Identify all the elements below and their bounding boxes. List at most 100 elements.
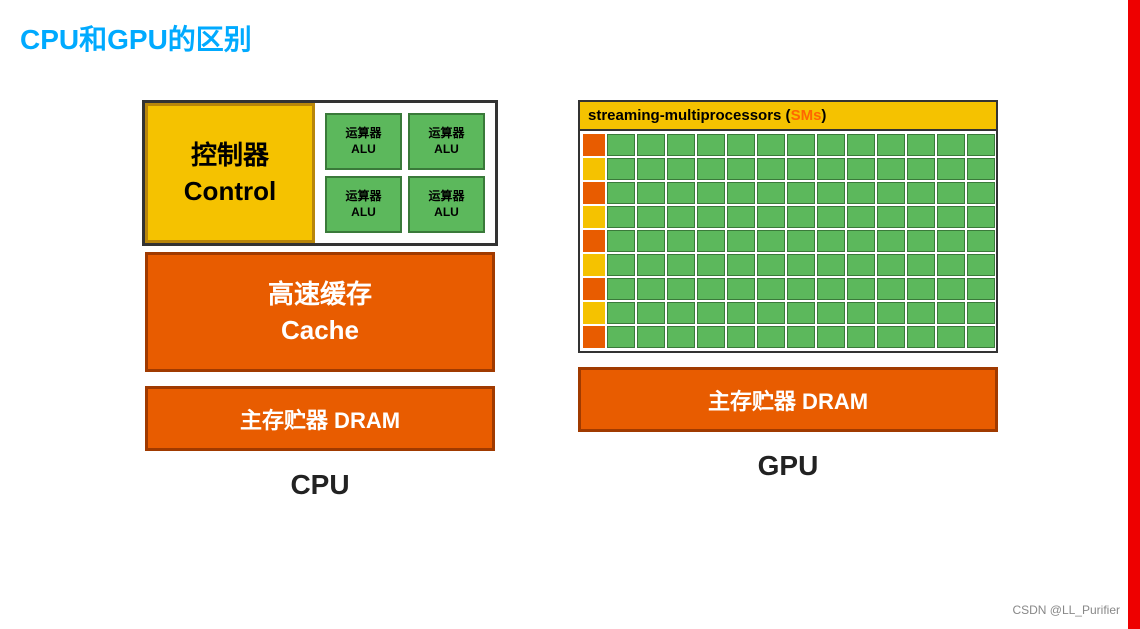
gpu-cell [907,278,935,300]
gpu-row [583,278,993,300]
gpu-cell [787,302,815,324]
cpu-cache-en: Cache [281,312,359,348]
gpu-cell [667,158,695,180]
gpu-cell [967,134,995,156]
gpu-cell [607,326,635,348]
alu-cn: 运算器 [428,189,464,205]
gpu-cell [907,206,935,228]
gpu-cell [937,302,965,324]
gpu-cell [967,278,995,300]
gpu-cell [787,278,815,300]
gpu-cell [637,230,665,252]
gpu-cell [697,302,725,324]
alu-en: ALU [434,205,459,221]
gpu-cell [757,182,785,204]
gpu-cell [907,134,935,156]
gpu-cell [667,278,695,300]
gpu-cell [697,206,725,228]
gpu-cell [847,158,875,180]
gpu-cell [817,158,845,180]
gpu-cell [727,182,755,204]
gpu-row [583,158,993,180]
gpu-cell [607,254,635,276]
cpu-alus-grid: 运算器ALU运算器ALU运算器ALU运算器ALU [315,103,495,243]
gpu-cell [817,206,845,228]
alu-en: ALU [351,142,376,158]
gpu-cell [637,326,665,348]
gpu-cell [847,182,875,204]
gpu-cells [607,302,995,324]
gpu-cell [727,278,755,300]
gpu-cell [697,278,725,300]
alu-box: 运算器ALU [325,113,402,170]
gpu-cell [637,134,665,156]
gpu-cell [667,302,695,324]
gpu-cell [817,302,845,324]
gpu-row-indicator [583,230,605,252]
gpu-cell [877,206,905,228]
gpu-cell [607,206,635,228]
gpu-cells [607,278,995,300]
gpu-cell [727,254,755,276]
gpu-row-indicator [583,254,605,276]
cpu-control-cn: 控制器 [191,137,269,173]
page-title: CPU和GPU的区别 [20,18,252,58]
alu-box: 运算器ALU [325,176,402,233]
gpu-cell [757,134,785,156]
gpu-cell [697,182,725,204]
gpu-row-indicator [583,206,605,228]
gpu-cells [607,182,995,204]
gpu-cell [907,230,935,252]
gpu-cell [667,134,695,156]
gpu-cells [607,158,995,180]
cpu-control-block: 控制器 Control [145,103,315,243]
gpu-cell [667,206,695,228]
gpu-sm-header: streaming-multiprocessors (SMs) [580,102,996,131]
gpu-row-indicator [583,158,605,180]
gpu-cell [907,182,935,204]
gpu-cell [727,302,755,324]
gpu-cell [937,230,965,252]
gpu-cell [967,206,995,228]
gpu-cell [787,158,815,180]
gpu-cell [607,158,635,180]
gpu-cell [697,326,725,348]
gpu-cell [787,182,815,204]
gpu-cell [637,254,665,276]
gpu-cell [817,326,845,348]
gpu-cell [847,302,875,324]
alu-en: ALU [351,205,376,221]
gpu-cell [697,134,725,156]
gpu-row-indicator [583,134,605,156]
gpu-cell [787,134,815,156]
gpu-sm-section: streaming-multiprocessors (SMs) [578,100,998,353]
gpu-cell [877,134,905,156]
gpu-cell [667,182,695,204]
gpu-row-indicator [583,182,605,204]
gpu-cell [727,326,755,348]
gpu-row [583,134,993,156]
gpu-diagram: streaming-multiprocessors (SMs) 主存贮器 DRA… [578,100,998,482]
cpu-label: CPU [290,469,349,501]
gpu-row-indicator [583,302,605,324]
gpu-cell [967,302,995,324]
gpu-cell [607,302,635,324]
gpu-cell [697,230,725,252]
gpu-cell [847,326,875,348]
gpu-cell [667,254,695,276]
gpu-cell [667,230,695,252]
gpu-sms-highlight: SMs [791,107,822,124]
gpu-cell [877,254,905,276]
gpu-cell [757,326,785,348]
gpu-cell [787,206,815,228]
gpu-cells [607,230,995,252]
gpu-cell [757,302,785,324]
gpu-row [583,302,993,324]
gpu-cell [937,206,965,228]
gpu-cell [967,158,995,180]
gpu-cell [607,182,635,204]
cpu-cache-block: 高速缓存 Cache [145,252,495,372]
cpu-dram-block: 主存贮器 DRAM [145,386,495,451]
gpu-cell [847,134,875,156]
gpu-dram-block: 主存贮器 DRAM [578,367,998,432]
